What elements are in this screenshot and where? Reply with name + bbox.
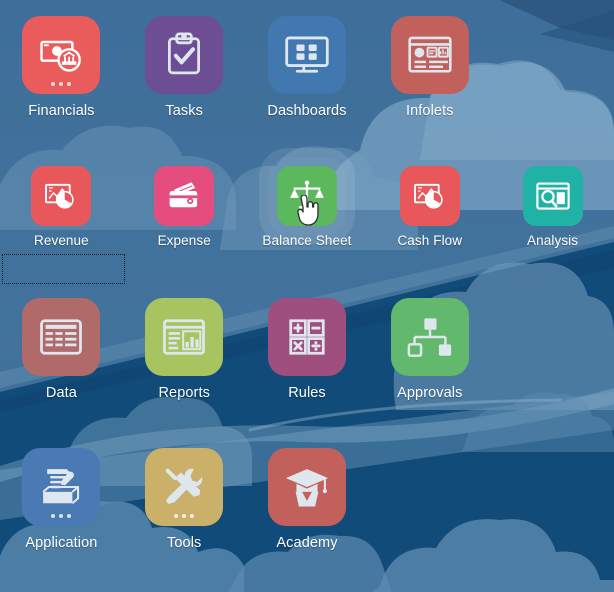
tile-tasks[interactable]: Tasks	[123, 16, 246, 166]
tools-wrench-icon[interactable]	[145, 448, 224, 526]
tile-revenue[interactable]: Revenue	[0, 166, 125, 298]
springboard-page: Financials Tasks Dashboards Infolets Rev…	[0, 0, 614, 592]
tile-empty-slot	[368, 448, 491, 592]
tile-financials[interactable]: Financials	[0, 16, 123, 166]
tile-academy[interactable]: Academy	[246, 448, 369, 592]
springboard-tile-grid: Financials Tasks Dashboards Infolets Rev…	[0, 0, 614, 592]
tile-focus-outline	[2, 254, 125, 284]
tile-label: Balance Sheet	[262, 233, 352, 248]
tile-label: Dashboards	[267, 103, 347, 119]
calculator-ops-icon[interactable]	[267, 298, 346, 376]
tile-rules[interactable]: Rules	[246, 298, 369, 448]
pie-chart-grid-icon[interactable]	[399, 166, 460, 226]
tile-more-dots-icon	[51, 82, 72, 86]
tile-balance-sheet[interactable]: Balance Sheet	[246, 157, 369, 298]
tile-label: Data	[45, 385, 77, 401]
tile-cash-flow[interactable]: Cash Flow	[368, 166, 491, 298]
tile-label: Tasks	[165, 103, 203, 119]
tile-label: Cash Flow	[397, 233, 463, 248]
tile-label: Tools	[167, 535, 202, 551]
tile-label: Analysis	[527, 233, 579, 248]
tile-infolets[interactable]: Infolets	[368, 16, 491, 166]
tile-label: Approvals	[397, 385, 463, 401]
graduation-cap-icon[interactable]	[267, 448, 346, 526]
tile-application[interactable]: Application	[0, 448, 123, 592]
tile-more-dots-icon	[51, 514, 72, 518]
pie-chart-grid-icon[interactable]	[31, 166, 92, 226]
tile-tools[interactable]: Tools	[123, 448, 246, 592]
infolet-page-icon[interactable]	[390, 16, 469, 94]
tile-approvals[interactable]: Approvals	[368, 298, 491, 448]
app-package-icon[interactable]	[22, 448, 101, 526]
scales-balance-icon[interactable]	[276, 166, 337, 226]
tile-more-dots-icon	[174, 514, 195, 518]
tile-label: Revenue	[34, 233, 89, 248]
tile-label: Expense	[157, 233, 211, 248]
tile-data[interactable]: Data	[0, 298, 123, 448]
org-hierarchy-icon[interactable]	[390, 298, 469, 376]
spreadsheet-grid-icon[interactable]	[22, 298, 101, 376]
report-chart-icon[interactable]	[145, 298, 224, 376]
tile-empty-slot	[491, 448, 614, 592]
tile-label: Rules	[288, 385, 326, 401]
tile-label: Reports	[158, 385, 210, 401]
tile-label: Infolets	[406, 103, 454, 119]
tile-label: Financials	[28, 103, 95, 119]
tile-empty-slot	[491, 298, 614, 448]
banknote-bank-icon[interactable]	[22, 16, 101, 94]
clipboard-check-icon[interactable]	[145, 16, 224, 94]
wallet-cash-icon[interactable]	[154, 166, 215, 226]
magnifier-page-icon[interactable]	[522, 166, 583, 226]
tile-expense[interactable]: Expense	[123, 166, 246, 298]
tile-empty-slot	[491, 16, 614, 166]
tile-label: Academy	[276, 535, 338, 551]
tile-label: Application	[25, 535, 98, 551]
tile-dashboards[interactable]: Dashboards	[246, 16, 369, 166]
monitor-tiles-icon[interactable]	[267, 16, 346, 94]
tile-reports[interactable]: Reports	[123, 298, 246, 448]
tile-analysis[interactable]: Analysis	[491, 166, 614, 298]
